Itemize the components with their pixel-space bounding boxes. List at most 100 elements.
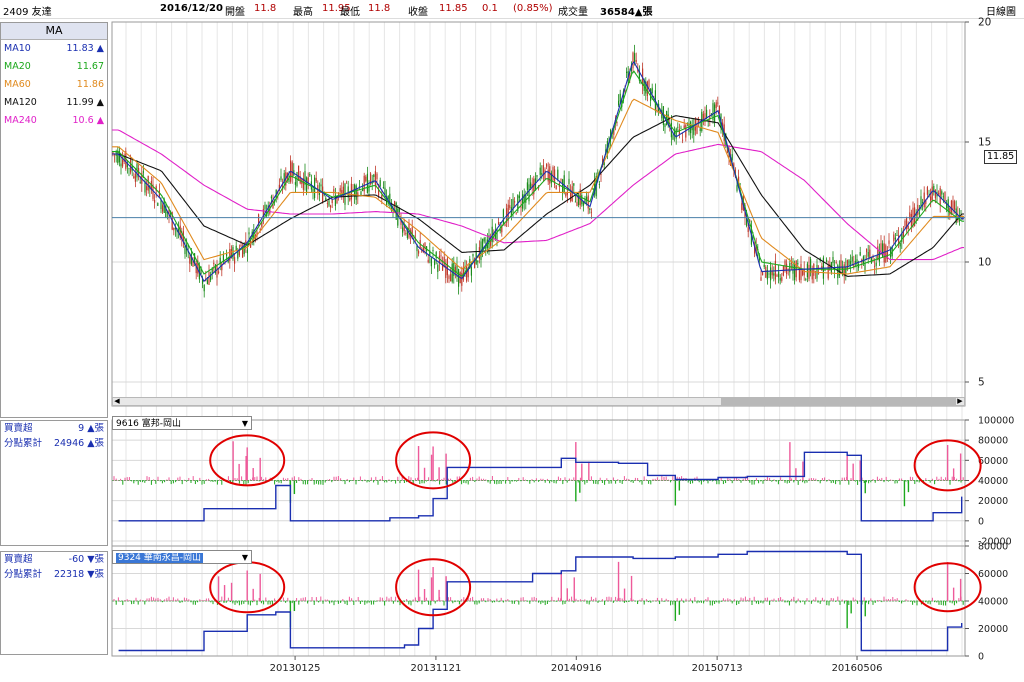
candle-body: [835, 262, 837, 263]
candle-body: [218, 271, 220, 274]
candle-body: [258, 214, 260, 224]
candle-body: [682, 139, 684, 141]
ytick-label: 20: [978, 17, 991, 29]
candle-body: [418, 250, 420, 254]
candle-body: [938, 193, 940, 195]
candle-body: [536, 175, 538, 177]
candle-body: [954, 201, 956, 210]
candle-body: [851, 256, 853, 262]
candle-body: [530, 182, 532, 188]
candle-body: [147, 175, 149, 191]
chevron-down-icon[interactable]: ▼: [242, 417, 248, 431]
candle-body: [763, 264, 765, 267]
candle-body: [458, 268, 460, 287]
ytick-label: 5: [978, 377, 985, 389]
price-scrollbar[interactable]: ◀ ▶: [112, 397, 965, 406]
candle-body: [336, 198, 338, 204]
candle-body: [930, 196, 932, 201]
candle-body: [346, 182, 348, 184]
candle-body: [944, 191, 946, 202]
candle-body: [157, 203, 159, 206]
ytick-label: 20000: [978, 496, 1008, 507]
ytick-label: 80000: [978, 542, 1008, 553]
candle-body: [566, 192, 568, 195]
scroll-right-icon[interactable]: ▶: [956, 398, 964, 405]
scroll-thumb[interactable]: [721, 398, 956, 405]
candle-body: [139, 182, 141, 183]
candle-body: [792, 264, 794, 274]
candle-body: [894, 237, 896, 240]
candle-body: [142, 171, 144, 173]
candle-body: [942, 196, 944, 198]
xtick-label: 20140916: [551, 663, 602, 674]
candle-body: [466, 266, 468, 281]
candle-body: [598, 183, 600, 185]
candle-body: [626, 71, 628, 74]
candle-body: [502, 209, 504, 225]
candle-body: [818, 273, 820, 275]
candle-body: [374, 171, 376, 186]
candle-body: [632, 52, 634, 69]
annotations: [209, 431, 982, 617]
candle-body: [770, 267, 772, 281]
candle-body: [402, 227, 404, 233]
candle-body: [885, 245, 887, 263]
candle-body: [784, 260, 786, 271]
broker1-selector[interactable]: 9616 富邦-岡山 ▼: [112, 416, 252, 430]
candle-body: [328, 200, 330, 206]
candle-body: [590, 211, 592, 213]
ytick-label: 40000: [978, 597, 1008, 608]
candle-body: [330, 205, 332, 208]
candle-body: [568, 178, 570, 185]
candle-body: [618, 100, 620, 106]
candle-body: [240, 244, 242, 247]
candle-body: [805, 278, 807, 280]
candle-body: [941, 191, 943, 195]
candle-body: [122, 159, 124, 167]
candle-body: [349, 198, 351, 201]
candle-body: [294, 182, 296, 185]
candle-body: [237, 251, 239, 259]
candle-body: [707, 125, 709, 127]
scroll-left-icon[interactable]: ◀: [113, 398, 121, 405]
candle-body: [922, 202, 924, 203]
candle-body: [619, 93, 621, 102]
candle-body: [600, 174, 602, 175]
candle-body: [515, 213, 517, 215]
candle-body: [874, 265, 876, 267]
candle-body: [232, 247, 234, 259]
xtick-label: 20130125: [270, 663, 321, 674]
candle-body: [760, 277, 762, 281]
candle-body: [762, 272, 764, 276]
candle-body: [635, 59, 637, 62]
candle-body: [693, 126, 695, 135]
chart-area: 2015105100000800006000040000200000-20000…: [111, 17, 1014, 674]
candle-body: [525, 194, 527, 203]
candle-body: [373, 174, 375, 177]
chevron-down-icon[interactable]: ▼: [242, 551, 248, 565]
candle-body: [522, 194, 524, 209]
price-pane: [112, 44, 965, 298]
broker2-selector[interactable]: 9324 華南永昌-岡山 ▼: [112, 550, 252, 564]
candle-body: [496, 229, 498, 240]
candle-body: [680, 127, 682, 129]
candle-body: [291, 162, 293, 178]
candle-body: [565, 193, 567, 197]
broker1-pane: [112, 441, 965, 522]
candle-body: [677, 126, 679, 128]
candle-body: [813, 263, 815, 276]
xtick-label: 20160506: [832, 663, 883, 674]
candle-body: [450, 274, 452, 282]
candle-body: [573, 183, 575, 186]
candle-body: [338, 193, 340, 195]
candle-body: [832, 257, 834, 264]
candle-body: [850, 261, 852, 265]
ytick-label: 80000: [978, 436, 1008, 447]
candle-body: [320, 184, 322, 187]
candle-body: [518, 195, 520, 198]
candle-body: [923, 192, 925, 208]
candle-body: [315, 177, 317, 182]
candle-body: [514, 201, 516, 203]
candle-body: [859, 252, 861, 256]
candle-body: [539, 167, 541, 175]
